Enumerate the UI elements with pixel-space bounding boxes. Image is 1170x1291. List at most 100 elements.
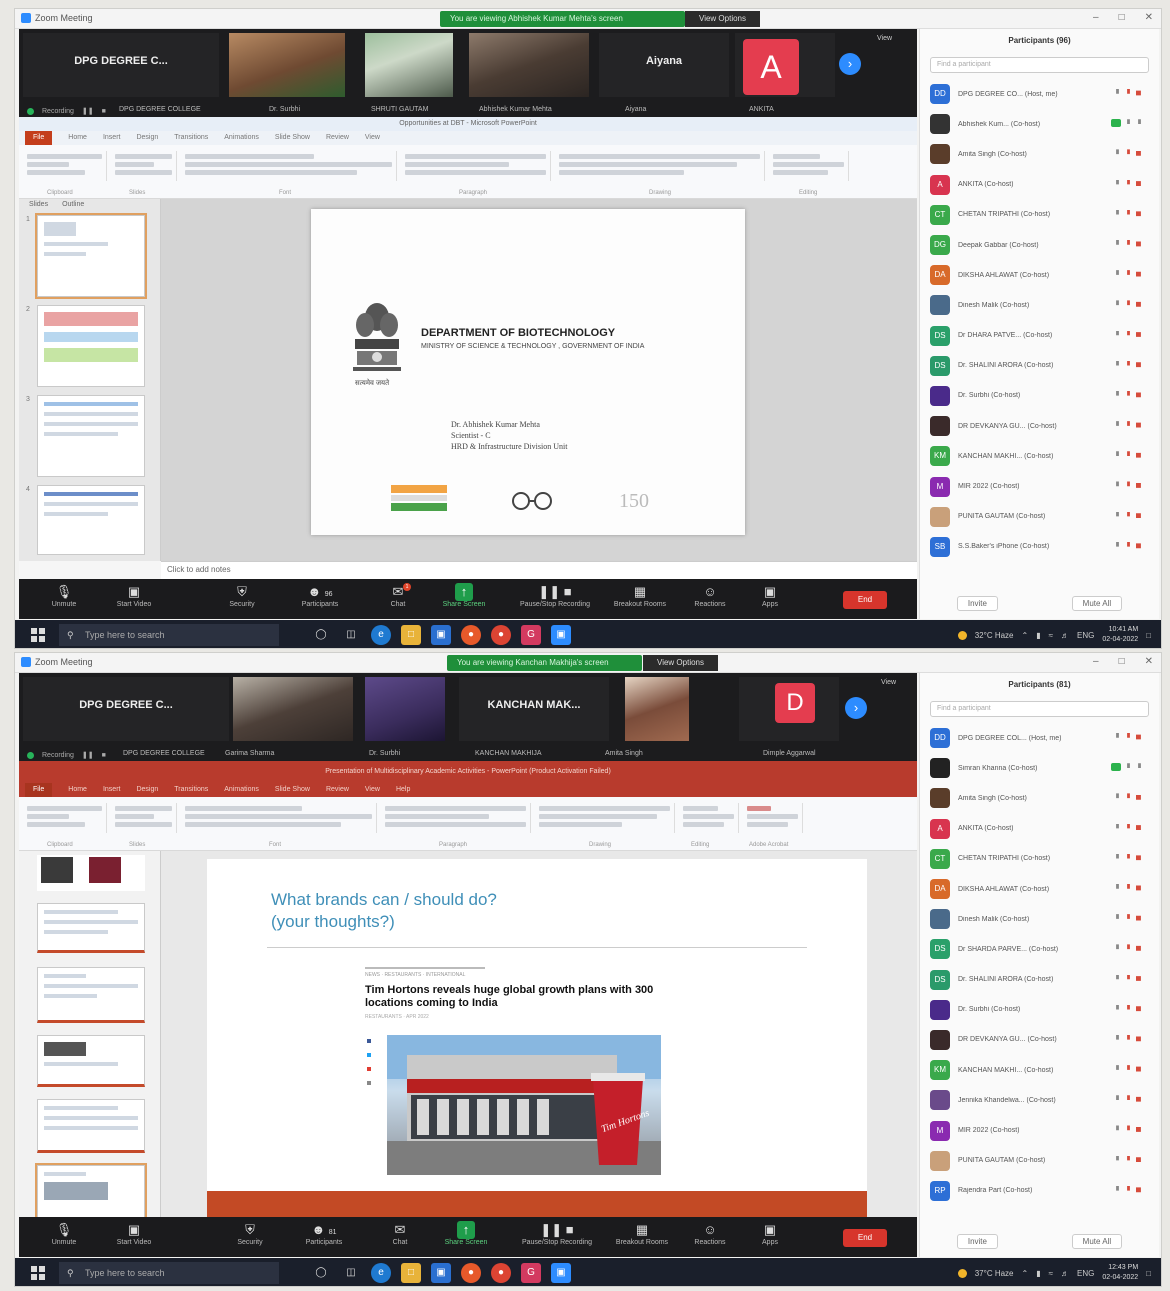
microphone-muted-icon[interactable] [1127,270,1130,275]
raise-hand-icon[interactable] [1116,793,1119,799]
raise-hand-icon[interactable] [1116,1004,1119,1010]
clipboard-group[interactable] [23,803,107,833]
tab-animations[interactable]: Animations [224,783,259,797]
slide-thumbnail[interactable]: 3 [26,395,145,477]
share-screen-button[interactable]: ↑ Share Screen [431,1221,501,1246]
volume-icon[interactable]: ♬ [1061,1269,1069,1278]
participant-row[interactable]: RP Rajendra Part (Co-host) [920,1176,1159,1206]
microphone-muted-icon[interactable] [1127,1185,1130,1191]
tray-chevron-icon[interactable]: ⌃ [1022,1269,1029,1278]
microphone-muted-icon[interactable] [1127,330,1130,336]
video-off-icon[interactable] [1136,1157,1141,1163]
video-off-icon[interactable] [1136,301,1141,307]
raise-hand-icon[interactable] [1116,974,1119,980]
chat-button[interactable]: ✉ 1 Chat [363,583,433,608]
notes-pane[interactable]: Click to add notes [161,561,917,579]
breakout-rooms-button[interactable]: ▦ Breakout Rooms [605,583,675,608]
view-toggle[interactable]: View [877,35,892,42]
minimize-icon[interactable]: – [1093,656,1099,667]
participant-row[interactable]: DR DEVKANYA GU... (Co-host) [920,411,1159,441]
chat-button[interactable]: ✉ Chat [365,1221,435,1246]
participant-row[interactable]: Dr. Surbhi (Co-host) [920,381,1159,411]
participant-row[interactable]: Abhishek Kum... (Co-host) [920,109,1159,139]
video-tile[interactable]: Amita Singh [605,677,689,757]
slide-thumbnail[interactable] [37,1099,145,1153]
raise-hand-icon[interactable] [1116,1125,1119,1131]
mute-all-button[interactable]: Mute All [1071,1234,1123,1249]
raise-hand-icon[interactable] [1116,733,1119,738]
microphone-icon[interactable] [1127,763,1130,768]
pause-icon[interactable]: ❚❚ [82,107,94,115]
taskbar-clock[interactable]: 12:43 PM 02-04-2022 [1102,1263,1138,1283]
microphone-muted-icon[interactable] [1127,1065,1130,1070]
participant-row[interactable]: CT CHETAN TRIPATHI (Co-host) [920,844,1159,874]
participant-row[interactable]: SB S.S.Baker's iPhone (Co-host) [920,532,1159,562]
video-tile[interactable]: Dr. Surbhi [365,677,445,757]
slide-thumbnail[interactable]: 2 [26,305,145,387]
participant-row[interactable]: Amita Singh (Co-host) [920,139,1159,169]
view-toggle[interactable]: View [881,679,896,686]
video-off-icon[interactable] [1136,794,1141,800]
raise-hand-icon[interactable] [1116,330,1119,336]
video-off-icon[interactable] [1136,392,1141,398]
microphone-muted-icon[interactable] [1127,300,1130,306]
apps-button[interactable]: ▣ Apps [735,1221,805,1246]
tab-review[interactable]: Review [326,783,349,797]
tab-view[interactable]: View [365,783,380,797]
tab-slides[interactable]: Slides [29,201,48,208]
firefox-icon[interactable]: ● [461,1263,481,1283]
font-group[interactable] [181,803,377,833]
language-indicator[interactable]: ENG [1077,631,1094,640]
battery-icon[interactable]: ▮ [1036,1269,1040,1278]
microphone-muted-icon[interactable] [1127,360,1130,366]
minimize-icon[interactable]: – [1093,12,1099,23]
raise-hand-icon[interactable] [1116,421,1119,426]
slide-thumbnail[interactable] [35,1163,147,1223]
microphone-muted-icon[interactable] [1127,1155,1130,1161]
participant-row[interactable]: A ANKITA (Co-host) [920,170,1159,200]
tab-transitions[interactable]: Transitions [174,783,208,797]
video-tile[interactable]: Abhishek Kumar Mehta [469,33,589,113]
participant-row[interactable]: KM KANCHAN MAKHI... (Co-host) [920,441,1159,471]
start-video-button[interactable]: ▣ Start Video [99,583,169,608]
speaking-indicator-icon[interactable] [1111,119,1121,128]
wifi-icon[interactable]: ≈ [1049,631,1053,640]
video-off-icon[interactable] [1136,1127,1141,1132]
font-group[interactable] [181,151,397,181]
video-off-icon[interactable] [1136,452,1141,458]
stop-icon[interactable]: ■ [102,752,106,759]
participant-row[interactable]: DD DPG DEGREE COL... (Host, me) [920,723,1159,753]
tab-slide-show[interactable]: Slide Show [275,131,310,145]
invite-button[interactable]: Invite [956,1234,998,1249]
firefox-icon[interactable]: ● [461,625,481,645]
share-screen-button[interactable]: ↑ Share Screen [429,583,499,608]
task-view-icon[interactable]: ◫ [341,625,361,645]
participant-row[interactable]: Jennika Khandelwa... (Co-host) [920,1085,1159,1115]
microphone-muted-icon[interactable] [1127,944,1130,950]
tab-transitions[interactable]: Transitions [174,131,208,145]
video-off-icon[interactable] [1136,241,1141,247]
next-page-icon[interactable]: › [845,697,867,719]
video-tile[interactable]: D Dimple Aggarwal [739,677,839,757]
participant-row[interactable]: M MIR 2022 (Co-host) [920,471,1159,501]
tab-file[interactable]: File [25,783,53,797]
notification-icon[interactable]: □ [1146,1269,1151,1278]
close-icon[interactable]: ✕ [1145,12,1153,23]
participant-row[interactable]: PUNITA GAUTAM (Co-host) [920,502,1159,532]
paragraph-group[interactable] [381,803,531,833]
windows-start-icon[interactable] [31,1266,45,1280]
microphone-muted-icon[interactable] [1127,793,1130,799]
slide-thumbnail[interactable] [37,903,145,953]
view-options-button[interactable]: View Options [643,655,718,671]
participant-row[interactable]: Simran Khanna (Co-host) [920,753,1159,783]
battery-icon[interactable]: ▮ [1036,631,1040,640]
video-off-icon[interactable] [1136,976,1141,981]
video-off-icon[interactable] [1136,1066,1141,1072]
microphone-muted-icon[interactable] [1127,89,1130,94]
participant-row[interactable]: M MIR 2022 (Co-host) [920,1115,1159,1145]
raise-hand-icon[interactable] [1116,179,1119,185]
video-off-icon[interactable] [1136,1187,1141,1193]
participant-row[interactable]: DR DEVKANYA GU... (Co-host) [920,1025,1159,1055]
file-explorer-icon[interactable]: □ [401,1263,421,1283]
video-tile[interactable]: Aiyana Aiyana [599,33,729,113]
